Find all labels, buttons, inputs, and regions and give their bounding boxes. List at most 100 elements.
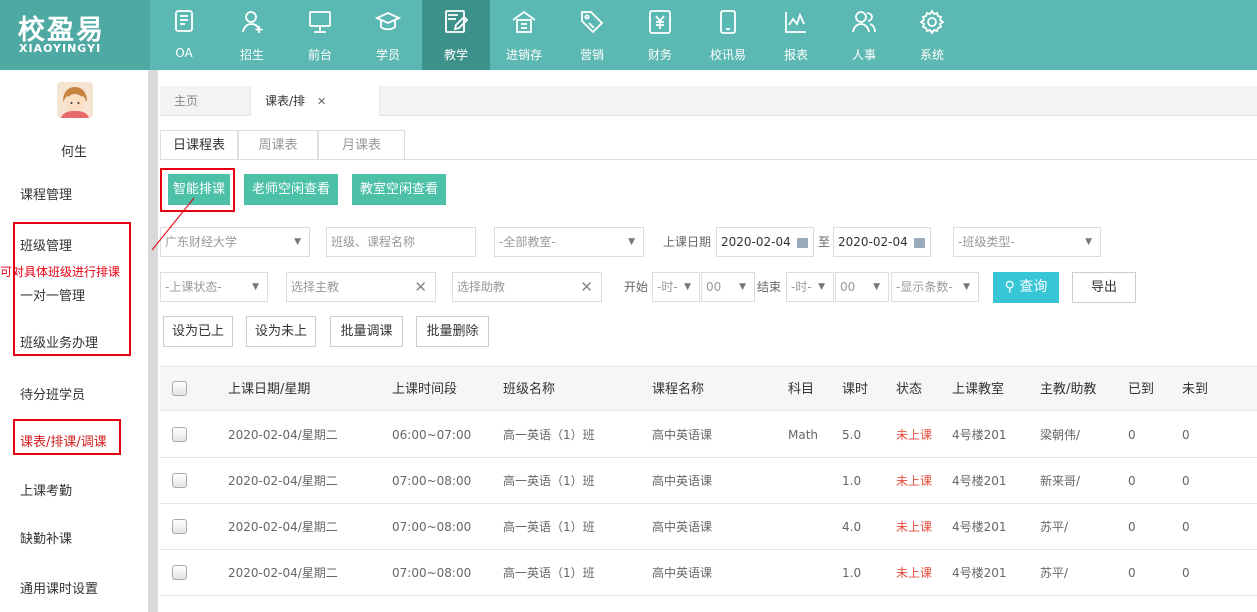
nav-label: 人事 <box>851 48 876 62</box>
row-checkbox[interactable] <box>172 565 187 580</box>
nav-system[interactable]: 系统 <box>898 0 966 70</box>
sidebar-item-hour-settings[interactable]: 通用课时设置 <box>20 578 98 597</box>
nav-inventory[interactable]: 进销存 <box>490 0 558 70</box>
nav-teaching[interactable]: 教学 <box>422 0 490 70</box>
cell-course: 高中英语课 <box>652 428 713 442</box>
select-all-checkbox[interactable] <box>172 381 187 396</box>
cell-subject: Math <box>788 428 819 442</box>
chevron-down-icon: ▼ <box>739 282 746 292</box>
cell-room: 4号楼201 <box>952 474 1007 488</box>
tab-schedule[interactable]: 课表/排 ✕ <box>250 86 380 116</box>
start-label: 开始 <box>624 280 649 294</box>
class-course-input[interactable]: 班级、课程名称 <box>326 227 476 257</box>
table-row[interactable]: 2020-02-04/星期二 07:00~08:00 高一英语（1）班 高中英语… <box>160 504 1257 550</box>
annotation-box-class-group <box>13 222 131 356</box>
nav-label: 报表 <box>783 48 808 62</box>
calendar-icon[interactable] <box>913 237 925 248</box>
calendar-icon[interactable] <box>796 237 808 248</box>
cell-room: 4号楼201 <box>952 566 1007 580</box>
date-label: 上课日期 <box>663 235 712 249</box>
cell-absent: 0 <box>1182 520 1190 534</box>
cell-arrived: 0 <box>1128 520 1136 534</box>
chevron-down-icon: ▼ <box>628 237 635 247</box>
nav-hr[interactable]: 人事 <box>830 0 898 70</box>
set-done-button[interactable]: 设为已上 <box>163 316 233 347</box>
start-hour-select[interactable]: -时- ▼ <box>652 272 700 302</box>
book-icon <box>175 10 193 32</box>
clear-icon[interactable]: ✕ <box>414 273 427 301</box>
teacher-free-button[interactable]: 老师空闲查看 <box>244 174 338 205</box>
class-type-select[interactable]: -班级类型- ▼ <box>953 227 1101 257</box>
tab-week-schedule[interactable]: 周课表 <box>238 130 318 160</box>
start-minute-select[interactable]: 00 ▼ <box>701 272 755 302</box>
assistant-input[interactable]: 选择助教 ✕ <box>452 272 602 302</box>
row-checkbox[interactable] <box>172 427 187 442</box>
sidebar-item-makeup[interactable]: 缺勤补课 <box>20 528 72 547</box>
teacher-input[interactable]: 选择主教 ✕ <box>286 272 436 302</box>
query-button[interactable]: ⚲ 查询 <box>993 272 1059 303</box>
row-checkbox[interactable] <box>172 473 187 488</box>
status-select[interactable]: -上课状态- ▼ <box>160 272 268 302</box>
batch-delete-button[interactable]: 批量删除 <box>416 316 489 347</box>
cell-arrived: 0 <box>1128 428 1136 442</box>
column-header: 已到 <box>1128 382 1155 397</box>
sidebar-item-attendance[interactable]: 上课考勤 <box>20 480 72 499</box>
nav-front-desk[interactable]: 前台 <box>286 0 354 70</box>
tag-icon <box>581 11 604 34</box>
nav-label: 财务 <box>647 48 672 62</box>
phone-icon <box>720 10 736 34</box>
nav-marketing[interactable]: 营销 <box>558 0 626 70</box>
clear-icon[interactable]: ✕ <box>580 273 593 301</box>
tab-month-schedule[interactable]: 月课表 <box>318 130 405 160</box>
annotation-note: 可对具体班级进行排课 <box>0 265 121 279</box>
classroom-select[interactable]: -全部教室- ▼ <box>494 227 644 257</box>
cell-time: 07:00~08:00 <box>392 520 472 534</box>
table-row[interactable]: 2020-02-04/星期二 07:00~08:00 高一英语（1）班 高中英语… <box>160 458 1257 504</box>
date-from-input[interactable]: 2020-02-04 <box>716 227 814 257</box>
cell-room: 4号楼201 <box>952 428 1007 442</box>
logo-subtitle: XIAOYINGYI <box>19 42 102 55</box>
nav-students[interactable]: 学员 <box>354 0 422 70</box>
sidebar-item-pending-students[interactable]: 待分班学员 <box>20 384 85 403</box>
chevron-down-icon: ▼ <box>818 282 825 292</box>
classroom-free-button[interactable]: 教室空闲查看 <box>352 174 446 205</box>
end-minute-select[interactable]: 00 ▼ <box>835 272 889 302</box>
tab-day-schedule[interactable]: 日课程表 <box>160 130 238 160</box>
avatar-icon <box>57 82 93 118</box>
tab-home[interactable]: 主页 <box>160 86 250 116</box>
export-button[interactable]: 导出 <box>1072 272 1136 303</box>
cell-arrived: 0 <box>1128 566 1136 580</box>
cell-teacher: 梁朝伟/ <box>1040 428 1081 442</box>
nav-label: OA <box>175 46 193 60</box>
nav-finance[interactable]: 财务 <box>626 0 694 70</box>
set-not-done-button[interactable]: 设为未上 <box>246 316 316 347</box>
cell-course: 高中英语课 <box>652 474 713 488</box>
avatar[interactable] <box>57 82 93 118</box>
table-row[interactable]: 2020-02-04/星期二 06:00~07:00 高一英语（1）班 高中英语… <box>160 412 1257 458</box>
date-to-input[interactable]: 2020-02-04 <box>833 227 931 257</box>
cell-status: 未上课 <box>896 520 933 534</box>
sidebar-scrollbar[interactable] <box>148 70 158 612</box>
cell-status: 未上课 <box>896 474 933 488</box>
school-select[interactable]: 广东财经大学 ▼ <box>160 227 310 257</box>
show-count-select[interactable]: -显示条数- ▼ <box>891 272 979 302</box>
nav-enrollment[interactable]: 招生 <box>218 0 286 70</box>
nav-messaging[interactable]: 校讯易 <box>694 0 762 70</box>
monitor-icon <box>309 11 331 33</box>
nav-oa[interactable]: OA <box>150 0 218 70</box>
sidebar-item-course-management[interactable]: 课程管理 <box>20 184 72 203</box>
logo: 校盈易 XIAOYINGYI <box>0 0 150 70</box>
cell-hours: 1.0 <box>842 474 862 488</box>
select-value: -班级类型- <box>958 235 1015 249</box>
batch-reschedule-button[interactable]: 批量调课 <box>330 316 403 347</box>
nav-label: 学员 <box>375 48 400 62</box>
cell-teacher: 新来哥/ <box>1040 474 1081 488</box>
table-row[interactable]: 2020-02-04/星期二 07:00~08:00 高一英语（1）班 高中英语… <box>160 550 1257 596</box>
nav-reports[interactable]: 报表 <box>762 0 830 70</box>
end-hour-select[interactable]: -时- ▼ <box>786 272 834 302</box>
cell-class: 高一英语（1）班 <box>503 566 595 580</box>
cell-date: 2020-02-04/星期二 <box>228 428 338 442</box>
select-value: 00 <box>840 280 856 294</box>
close-icon[interactable]: ✕ <box>317 95 326 108</box>
row-checkbox[interactable] <box>172 519 187 534</box>
